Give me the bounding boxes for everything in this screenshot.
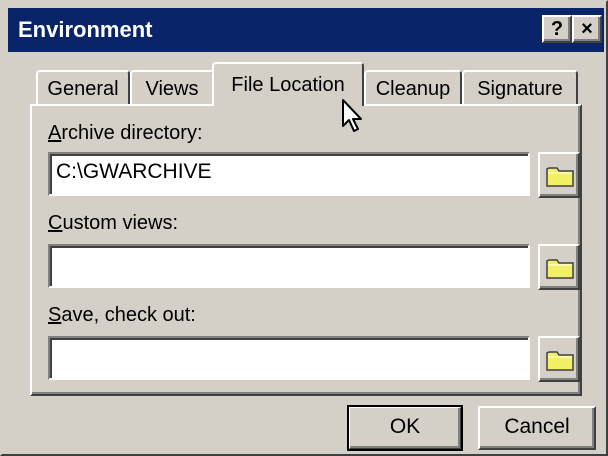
tab-general[interactable]: General bbox=[36, 70, 130, 106]
help-button[interactable]: ? bbox=[542, 15, 572, 43]
custom-views-label: Custom views: bbox=[48, 212, 179, 234]
dialog-window: Environment ? × General Views File Locat… bbox=[0, 0, 608, 456]
cancel-button[interactable]: Cancel bbox=[478, 406, 596, 450]
archive-directory-field[interactable]: C:\GWARCHIVE bbox=[48, 152, 530, 196]
save-check-out-browse-button[interactable] bbox=[538, 336, 580, 382]
tab-label: Views bbox=[145, 78, 199, 100]
mouse-cursor-icon bbox=[342, 99, 362, 132]
cancel-label: Cancel bbox=[504, 415, 570, 438]
save-check-out-label: Save, check out: bbox=[48, 304, 196, 326]
tab-label: General bbox=[47, 78, 119, 100]
folder-icon bbox=[546, 351, 574, 371]
archive-directory-value: C:\GWARCHIVE bbox=[56, 160, 212, 183]
save-check-out-field[interactable] bbox=[48, 336, 530, 380]
tab-cleanup[interactable]: Cleanup bbox=[364, 70, 462, 106]
custom-views-field[interactable] bbox=[48, 244, 530, 288]
title-bar[interactable]: Environment ? × bbox=[8, 8, 604, 52]
archive-directory-label: Archive directory: bbox=[48, 122, 203, 144]
tab-panel: Archive directory: C:\GWARCHIVE Custom v… bbox=[30, 104, 582, 396]
close-button[interactable]: × bbox=[572, 15, 602, 43]
tab-views[interactable]: Views bbox=[130, 70, 214, 106]
close-icon: × bbox=[581, 18, 593, 40]
window-title: Environment bbox=[18, 17, 153, 42]
tab-label: File Location bbox=[231, 74, 345, 96]
help-icon: ? bbox=[550, 18, 564, 40]
tab-label: Cleanup bbox=[375, 78, 451, 100]
ok-button[interactable]: OK bbox=[347, 405, 463, 451]
folder-icon bbox=[546, 259, 574, 279]
ok-label: OK bbox=[389, 415, 421, 438]
folder-icon bbox=[546, 167, 574, 187]
tab-label: Signature bbox=[477, 78, 563, 100]
archive-browse-button[interactable] bbox=[538, 152, 580, 198]
tab-signature[interactable]: Signature bbox=[462, 70, 578, 106]
custom-views-browse-button[interactable] bbox=[538, 244, 580, 290]
